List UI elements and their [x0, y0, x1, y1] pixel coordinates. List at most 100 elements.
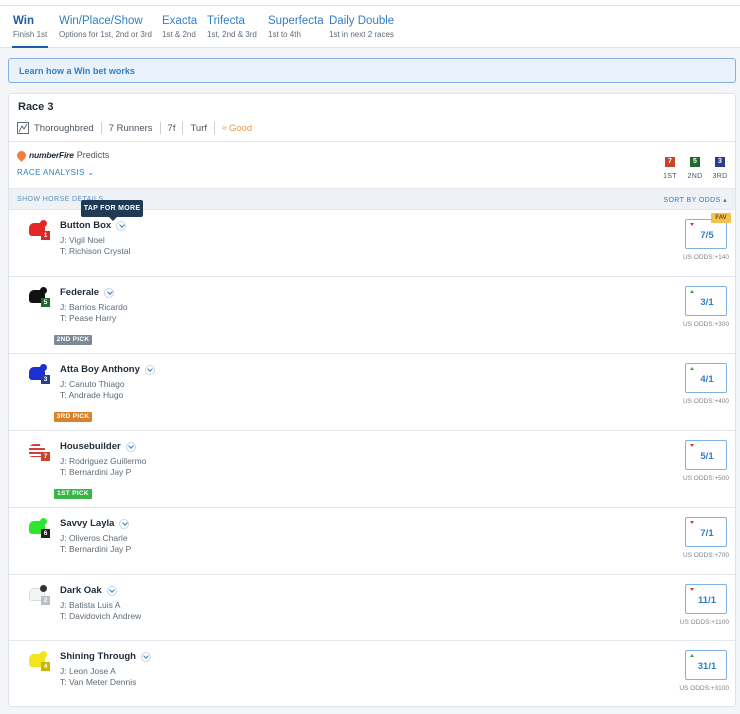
odds-value: 7/1: [700, 528, 714, 539]
odds-value: 4/1: [700, 374, 714, 385]
tab-sublabel: Options for 1st, 2nd or 3rd: [59, 30, 152, 39]
pick-number-badge: 7: [665, 157, 675, 167]
chevron-down-icon[interactable]: [106, 585, 117, 596]
active-tab-indicator: [12, 46, 48, 48]
program-number-badge: 1: [41, 231, 50, 240]
odds-button[interactable]: 4/1: [685, 363, 727, 393]
horse-name[interactable]: Federale: [60, 287, 115, 298]
odds-button[interactable]: 11/1: [685, 584, 727, 614]
odds-button[interactable]: 7/5: [685, 219, 727, 249]
horse-name-text: Dark Oak: [60, 585, 102, 596]
sort-label: SORT BY ODDS: [663, 197, 721, 204]
tab-superfecta[interactable]: Superfecta 1st to 4th: [268, 14, 324, 41]
race-card: Race 3 Thoroughbred 7 Runners 7f Turf ≈ …: [8, 93, 736, 707]
race-condition: Good: [228, 122, 253, 134]
chevron-down-icon[interactable]: [144, 364, 155, 375]
divider: [9, 141, 735, 142]
tab-daily-double[interactable]: Daily Double 1st in next 2 races: [329, 14, 394, 41]
tab-label: Exacta: [162, 15, 198, 27]
trainer-name: T: Bernardini Jay P: [60, 467, 132, 477]
numberfire-logo: numberFire: [29, 150, 74, 160]
horse-name[interactable]: Atta Boy Anthony: [60, 364, 155, 375]
odds-down-arrow-icon: [690, 223, 694, 226]
divider: [159, 122, 161, 134]
horse-name[interactable]: Button Box: [60, 220, 127, 231]
trainer-name: T: Pease Harry: [60, 313, 117, 323]
odds-button[interactable]: 7/1: [685, 517, 727, 547]
silk-cap: [40, 287, 47, 294]
horse-name-text: Housebuilder: [60, 441, 121, 452]
chevron-down-icon[interactable]: [140, 651, 151, 662]
odds-down-arrow-icon: [690, 588, 694, 591]
pick-rank-label: 1ST: [663, 173, 677, 180]
race-analysis-toggle[interactable]: RACE ANALYSIS ⌄: [17, 168, 94, 177]
us-odds-label: US ODDS:+500: [682, 475, 729, 482]
jockey-name: J: Canuto Thiago: [60, 379, 125, 389]
chevron-down-icon[interactable]: [125, 441, 136, 452]
jockey-name: J: Barrios Ricardo: [60, 302, 128, 312]
pick-number-badge: 5: [690, 157, 700, 167]
jockey-silk-icon: 2: [27, 585, 50, 605]
pick-rank-label: 3RD: [712, 173, 728, 180]
race-title: Race 3: [18, 101, 54, 113]
jockey-silk-icon: 1: [27, 220, 50, 240]
race-runners: 7 Runners: [108, 122, 153, 134]
chevron-down-icon[interactable]: [104, 287, 115, 298]
pick-number-badge: 3: [715, 157, 725, 167]
tab-exacta[interactable]: Exacta 1st & 2nd: [162, 14, 197, 41]
program-number-badge: 2: [41, 596, 50, 605]
silk-cap: [40, 220, 47, 227]
tab-label: Daily Double: [329, 15, 395, 27]
tap-for-more-tooltip: TAP FOR MORE: [81, 200, 143, 221]
sort-by-odds-button[interactable]: SORT BY ODDS ▴: [663, 196, 727, 204]
us-odds-label: US ODDS:+300: [682, 321, 729, 328]
jockey-name: J: Vigil Noel: [60, 235, 105, 245]
favorite-badge: FAV: [711, 213, 731, 223]
runner-row: 7 Housebuilder J: Rodriguez Guillermo T: Be…: [9, 431, 735, 508]
runner-row: 5 Federale J: Barrios Ricardo T: Pease Harr…: [9, 277, 735, 354]
horse-name[interactable]: Shining Through: [60, 651, 151, 662]
race-breed: Thoroughbred: [34, 122, 94, 134]
pick-badge: 3RD PICK: [54, 412, 92, 422]
odds-button[interactable]: 3/1: [685, 286, 727, 316]
runner-row: 4 Shining Through J: Leon Jose A T: Van Met…: [9, 641, 735, 706]
trainer-name: T: Andrade Hugo: [60, 390, 124, 400]
chevron-down-icon[interactable]: [119, 518, 130, 529]
tab-win-place-show[interactable]: Win/Place/Show Options for 1st, 2nd or 3…: [59, 14, 152, 41]
silk-cap: [40, 518, 47, 525]
tab-sublabel: 1st & 2nd: [162, 30, 196, 39]
tab-win[interactable]: Win Finish 1st: [13, 14, 47, 41]
tab-trifecta[interactable]: Trifecta 1st, 2nd & 3rd: [207, 14, 257, 41]
race-surface: Turf: [190, 122, 208, 134]
silk-cap: [40, 441, 47, 448]
top-pick-third: 3 3RD: [708, 150, 732, 180]
horse-name[interactable]: Housebuilder: [60, 441, 136, 452]
odds-value: 5/1: [700, 451, 714, 462]
tab-sublabel: 1st in next 2 races: [329, 30, 394, 39]
runner-row: 1 Button Box J: Vigil Noel T: Richison Crys…: [9, 210, 735, 277]
jockey-silk-icon: 5: [27, 287, 50, 307]
odds-value: 7/5: [700, 230, 714, 241]
odds-value: 31/1: [697, 661, 717, 672]
top-pick-first: 7 1ST: [658, 150, 682, 180]
chevron-down-icon[interactable]: [116, 220, 127, 231]
learn-win-bet-link[interactable]: Learn how a Win bet works: [8, 58, 736, 83]
horse-name[interactable]: Savvy Layla: [60, 518, 130, 529]
horse-name-text: Atta Boy Anthony: [60, 364, 140, 375]
horse-name-text: Shining Through: [60, 651, 136, 662]
odds-down-arrow-icon: [690, 444, 694, 447]
us-odds-label: US ODDS:+3100: [679, 685, 729, 692]
odds-value: 3/1: [700, 297, 714, 308]
odds-button[interactable]: 31/1: [685, 650, 727, 680]
horse-name[interactable]: Dark Oak: [60, 585, 117, 596]
odds-value: 11/1: [698, 595, 716, 606]
odds-button[interactable]: 5/1: [685, 440, 727, 470]
trainer-name: T: Bernardini Jay P: [60, 544, 132, 554]
silk-cap: [40, 651, 47, 658]
jockey-silk-icon: 7: [27, 441, 50, 461]
us-odds-label: US ODDS:+700: [682, 552, 729, 559]
pick-badge: 1ST PICK: [54, 489, 92, 499]
race-distance: 7f: [167, 122, 176, 134]
horse-name-text: Button Box: [60, 220, 112, 231]
tab-label: Trifecta: [207, 15, 245, 27]
